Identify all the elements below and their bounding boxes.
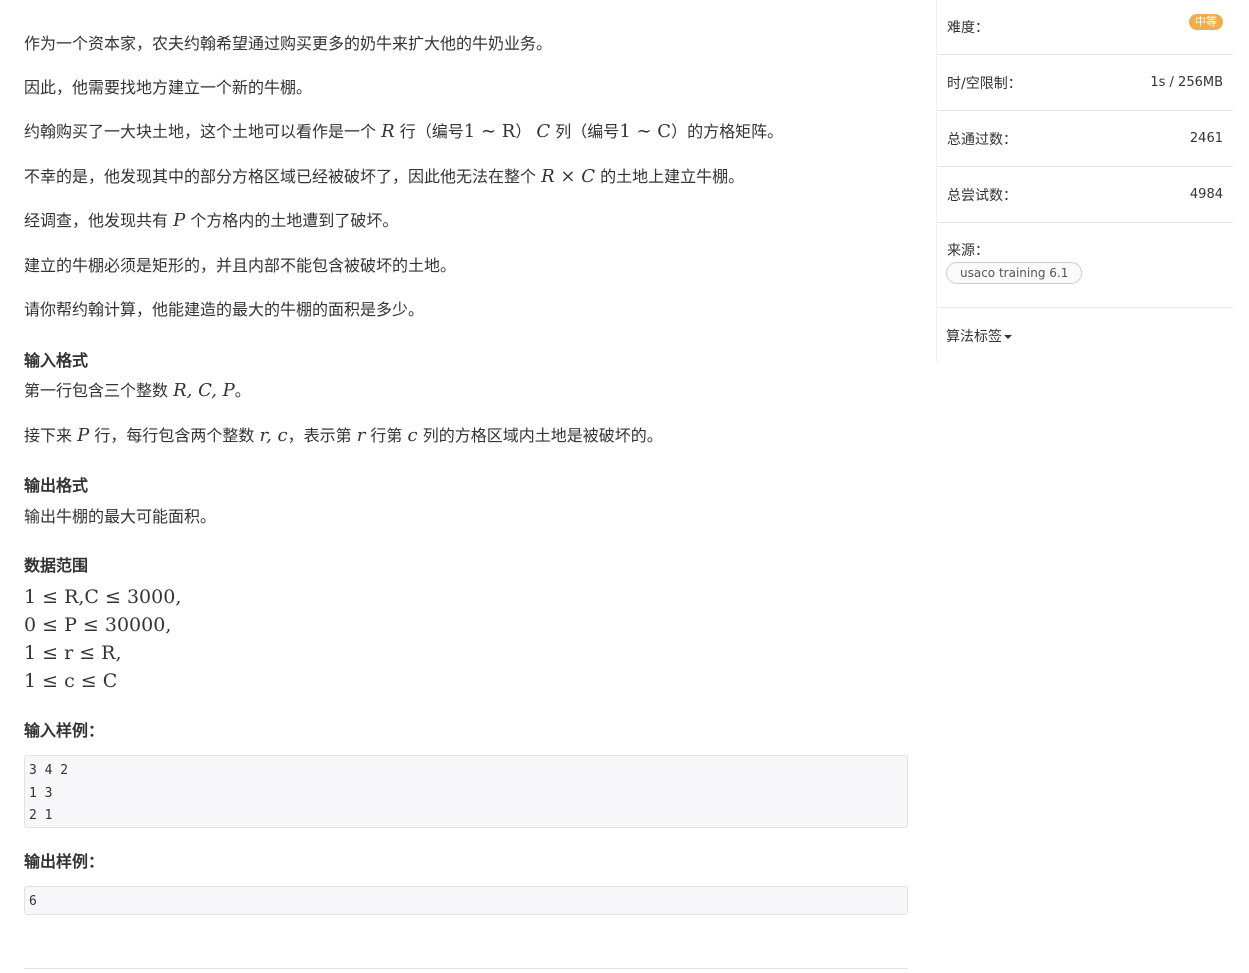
statement-paragraph-7: 请你帮约翰计算，他能建造的最大的牛棚的面积是多少。 [24, 300, 425, 319]
math-C: C [536, 121, 551, 142]
text-segment: ，表示第 [287, 426, 352, 445]
passed-value: 2461 [1189, 131, 1223, 146]
text-segment: 行，每行包含两个整数 [94, 426, 255, 445]
source-label: 来源： [947, 243, 989, 259]
source-tag[interactable]: usaco training 6.1 [946, 262, 1083, 284]
text-segment: 个方格内的土地遭到了破坏。 [190, 211, 399, 230]
text-segment: 经调查，他发现共有 [24, 211, 169, 230]
divider [24, 968, 908, 969]
caret-down-icon [1004, 335, 1012, 339]
output-format-heading: 输出格式 [24, 476, 89, 495]
input-format-line-2: 接下来 P 行，每行包含两个整数 r, c，表示第 r 行第 c 列的方格区域内… [24, 425, 663, 447]
statement-paragraph-5: 经调查，他发现共有 P 个方格内的土地遭到了破坏。 [24, 210, 398, 232]
text-segment: 约翰购买了一大块土地，这个土地可以看作是一个 [24, 122, 377, 141]
constraint-line: 1 ≤ r ≤ R, [24, 642, 122, 664]
text-segment: ） [515, 122, 532, 141]
statement-paragraph-2: 因此，他需要找地方建立一个新的牛棚。 [24, 78, 313, 97]
passed-label: 总通过数： [947, 132, 1017, 148]
text-segment: 列的方格区域内土地是被破坏的。 [422, 426, 663, 445]
input-format-heading: 输入格式 [24, 351, 89, 370]
algorithm-tags-label: 算法标签 [946, 329, 1002, 345]
input-format-line-1: 第一行包含三个整数 R, C, P。 [24, 380, 251, 402]
math-range-rows: 1 ∼ R [463, 121, 516, 142]
math-range-cols: 1 ∼ C [619, 121, 672, 142]
text-segment: 行（编号 [399, 122, 464, 141]
sample-input-heading: 输入样例： [24, 721, 105, 740]
math-rc: r, c [259, 425, 288, 446]
sample-output-heading: 输出样例： [24, 852, 105, 871]
difficulty-badge: 中等 [1189, 14, 1223, 30]
difficulty-row: 难度： 中等 [937, 0, 1233, 55]
limit-row: 时/空限制： 1s / 256MB [937, 55, 1233, 111]
math-c: c [407, 425, 418, 446]
statement-paragraph-3: 约翰购买了一大块土地，这个土地可以看作是一个 R 行（编号1 ∼ R） C 列（… [24, 121, 783, 143]
text-segment: ）的方格矩阵。 [671, 122, 784, 141]
statement-paragraph-1: 作为一个资本家，农夫约翰希望通过购买更多的奶牛来扩大他的牛奶业务。 [24, 34, 553, 53]
problem-info-sidebar: 难度： 中等 时/空限制： 1s / 256MB 总通过数： 2461 总尝试数… [936, 0, 1233, 362]
constraints-heading: 数据范围 [24, 556, 89, 575]
text-segment: 列（编号 [555, 122, 620, 141]
limit-value: 1s / 256MB [1150, 75, 1223, 90]
text-segment: 不幸的是，他发现其中的部分方格区域已经被破坏了，因此他无法在整个 [24, 167, 537, 186]
math-RxC: R × C [541, 166, 595, 187]
text-segment: 。 [234, 381, 251, 400]
attempts-value: 4984 [1189, 187, 1223, 202]
constraint-line: 1 ≤ R,C ≤ 3000, [24, 586, 182, 608]
limit-label: 时/空限制： [947, 76, 1022, 92]
text-segment: 接下来 [24, 426, 73, 445]
constraint-line: 1 ≤ c ≤ C [24, 670, 118, 692]
text-segment: 的土地上建立牛棚。 [600, 167, 745, 186]
math-RCP: R, C, P [173, 380, 235, 401]
math-r: r [356, 425, 366, 446]
constraint-line: 0 ≤ P ≤ 30000, [24, 614, 172, 636]
math-P: P [173, 210, 186, 231]
attempts-label: 总尝试数： [947, 188, 1017, 204]
output-format-text: 输出牛棚的最大可能面积。 [24, 507, 217, 526]
text-segment: 行第 [370, 426, 403, 445]
difficulty-label: 难度： [947, 20, 989, 36]
sample-output-code[interactable]: 6 [24, 886, 908, 915]
statement-paragraph-4: 不幸的是，他发现其中的部分方格区域已经被破坏了，因此他无法在整个 R × C 的… [24, 166, 744, 188]
algorithm-tags-toggle[interactable]: 算法标签 [946, 326, 1012, 346]
passed-row: 总通过数： 2461 [937, 111, 1233, 167]
text-segment: 第一行包含三个整数 [24, 381, 169, 400]
attempts-row: 总尝试数： 4984 [937, 167, 1233, 223]
statement-paragraph-6: 建立的牛棚必须是矩形的，并且内部不能包含被破坏的土地。 [24, 256, 457, 275]
math-R: R [381, 121, 395, 142]
sample-input-code[interactable]: 3 4 2 1 3 2 1 [24, 755, 908, 828]
math-P: P [77, 425, 90, 446]
